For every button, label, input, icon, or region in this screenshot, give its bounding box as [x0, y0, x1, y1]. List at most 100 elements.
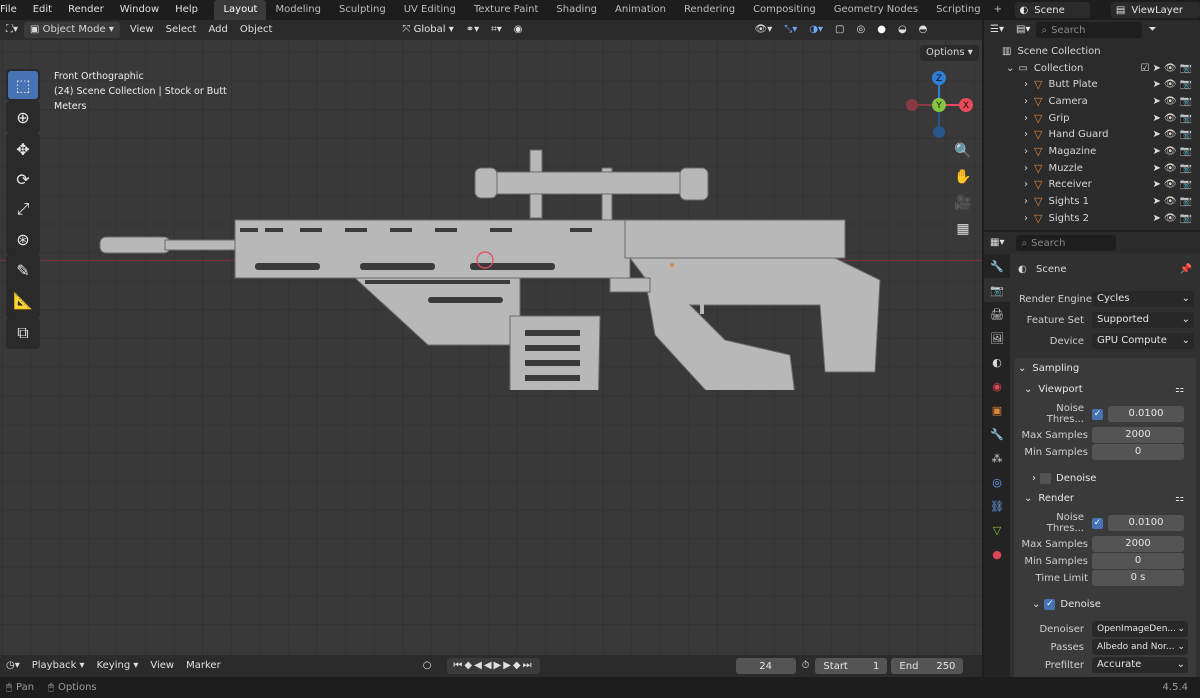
noise-threshold-field[interactable]: 0.0100: [1108, 406, 1184, 422]
max-samples-field[interactable]: 2000: [1092, 427, 1184, 443]
timeline-editor-icon[interactable]: ◷▾: [0, 658, 26, 674]
pan-hand-icon[interactable]: ✋: [950, 164, 976, 190]
end-frame-field[interactable]: End 250: [891, 658, 964, 674]
expand-chevron-icon[interactable]: ›: [1024, 113, 1028, 124]
menu-playback[interactable]: Playback ▾: [26, 658, 91, 674]
mode-selector[interactable]: ▣ Object Mode ▾: [24, 22, 120, 38]
eye-icon[interactable]: 👁: [1164, 96, 1177, 107]
tab-rendering[interactable]: Rendering: [675, 0, 744, 20]
expand-chevron-icon[interactable]: ›: [1024, 196, 1028, 207]
xray-icon[interactable]: ▢: [829, 22, 850, 38]
camera-render-icon[interactable]: 📷: [1180, 146, 1192, 157]
expand-chevron-icon[interactable]: ›: [1024, 163, 1028, 174]
data-tab-icon[interactable]: ▽: [984, 518, 1010, 542]
camera-render-icon[interactable]: 📷: [1180, 63, 1192, 74]
camera-render-icon[interactable]: 📷: [1180, 179, 1192, 190]
tab-compositing[interactable]: Compositing: [744, 0, 825, 20]
menu-object[interactable]: Object: [234, 22, 279, 38]
render-subpanel-header[interactable]: ⌄ Render ⚏: [1022, 488, 1192, 508]
time-limit-field[interactable]: 0 s: [1092, 570, 1184, 586]
tab-scripting[interactable]: Scripting: [927, 0, 989, 20]
camera-view-icon[interactable]: 🎥: [950, 190, 976, 216]
select-box-tool[interactable]: ⬚: [8, 71, 38, 99]
camera-render-icon[interactable]: 📷: [1180, 129, 1192, 140]
camera-render-icon[interactable]: 📷: [1180, 196, 1192, 207]
rotate-tool[interactable]: ⟳: [8, 165, 38, 193]
select-arrow-icon[interactable]: ➤: [1152, 63, 1160, 74]
select-arrow-icon[interactable]: ➤: [1152, 196, 1160, 207]
denoiser-dropdown[interactable]: OpenImageDen... ⌄: [1092, 621, 1188, 637]
render-tab-icon[interactable]: 📷: [984, 278, 1010, 302]
proportional-edit-icon[interactable]: ◉: [508, 22, 529, 38]
play-icon[interactable]: ▶: [494, 660, 504, 671]
outliner-item-muzzle[interactable]: › ▽ Muzzle ➤ 👁 📷: [984, 160, 1200, 177]
menu-timeline-view[interactable]: View: [144, 658, 180, 674]
render-denoise-checkbox[interactable]: ✓: [1044, 598, 1056, 610]
rifle-model[interactable]: [90, 140, 890, 390]
play-reverse-icon[interactable]: ◀: [484, 660, 494, 671]
transform-orientation[interactable]: ⤧ Global ▾: [396, 22, 459, 38]
outliner-editor-icon[interactable]: ☰▾: [984, 22, 1010, 38]
material-tab-icon[interactable]: ●: [984, 542, 1010, 566]
outliner-scene-collection[interactable]: ▥ Scene Collection: [984, 43, 1200, 60]
collection-checkbox-icon[interactable]: ☑: [1140, 63, 1149, 74]
menu-file[interactable]: File: [0, 0, 25, 20]
menu-help[interactable]: Help: [167, 0, 206, 20]
tab-layout[interactable]: Layout: [214, 0, 267, 20]
outliner-search[interactable]: ⌕ Search: [1036, 22, 1143, 38]
outliner-item-magazine[interactable]: › ▽ Magazine ➤ 👁 📷: [984, 143, 1200, 160]
tab-animation[interactable]: Animation: [606, 0, 675, 20]
viewport-subpanel-header[interactable]: ⌄ Viewport ⚏: [1022, 379, 1192, 399]
jump-end-icon[interactable]: ⏭: [523, 660, 534, 671]
outliner-item-camera[interactable]: › ▽ Camera ➤ 👁 📷: [984, 93, 1200, 110]
scale-tool[interactable]: ⤢: [8, 195, 38, 223]
menu-marker[interactable]: Marker: [180, 658, 227, 674]
noise-threshold-field[interactable]: 0.0100: [1108, 515, 1184, 531]
visibility-icon[interactable]: 👁▾: [749, 22, 779, 38]
options-button[interactable]: Options ▾: [920, 45, 979, 61]
preview-range-icon[interactable]: ⏱: [796, 658, 816, 674]
shading-material-icon[interactable]: ◒: [892, 22, 913, 38]
current-frame-field[interactable]: 24: [735, 658, 796, 674]
min-samples-field[interactable]: 0: [1092, 553, 1184, 569]
select-arrow-icon[interactable]: ➤: [1152, 79, 1160, 90]
measure-tool[interactable]: 📐: [8, 286, 38, 314]
render-denoise-header[interactable]: ⌄ ✓ Denoise: [1032, 594, 1192, 614]
display-mode-icon[interactable]: ▤▾: [1010, 22, 1036, 38]
scene-tab-icon[interactable]: ◐: [984, 350, 1010, 374]
zoom-icon[interactable]: 🔍: [950, 138, 976, 164]
eye-icon[interactable]: 👁: [1164, 196, 1177, 207]
start-frame-field[interactable]: Start 1: [815, 658, 888, 674]
shading-wireframe-icon[interactable]: ◎: [850, 22, 871, 38]
tab-sculpting[interactable]: Sculpting: [330, 0, 395, 20]
add-workspace-button[interactable]: +: [990, 0, 1006, 20]
expand-chevron-icon[interactable]: ›: [1024, 179, 1028, 190]
outliner-item-hand-guard[interactable]: › ▽ Hand Guard ➤ 👁 📷: [984, 126, 1200, 143]
eye-icon[interactable]: 👁: [1164, 79, 1177, 90]
properties-search[interactable]: ⌕ Search: [1016, 235, 1117, 251]
tab-uv-editing[interactable]: UV Editing: [395, 0, 465, 20]
select-arrow-icon[interactable]: ➤: [1152, 163, 1160, 174]
ortho-grid-icon[interactable]: ▦: [950, 216, 976, 242]
editor-type-icon[interactable]: ⛶▾: [0, 22, 24, 38]
jump-start-icon[interactable]: ⏮: [453, 660, 464, 671]
outliner-item-sights-1[interactable]: › ▽ Sights 1 ➤ 👁 📷: [984, 193, 1200, 210]
passes-dropdown[interactable]: Albedo and Nor... ⌄: [1092, 639, 1188, 655]
camera-render-icon[interactable]: 📷: [1180, 213, 1192, 224]
presets-icon[interactable]: ⚏: [1175, 384, 1184, 395]
select-arrow-icon[interactable]: ➤: [1152, 213, 1160, 224]
eye-icon[interactable]: 👁: [1164, 146, 1177, 157]
tab-texture-paint[interactable]: Texture Paint: [465, 0, 548, 20]
output-tab-icon[interactable]: 🖨: [984, 302, 1010, 326]
outliner-collection[interactable]: ⌄ ▭ Collection ☑ ➤ 👁 📷: [984, 60, 1200, 77]
object-tab-icon[interactable]: ▣: [984, 398, 1010, 422]
constraints-tab-icon[interactable]: ⛓: [984, 494, 1010, 518]
expand-chevron-icon[interactable]: ›: [1024, 96, 1028, 107]
camera-render-icon[interactable]: 📷: [1180, 79, 1192, 90]
particles-tab-icon[interactable]: ⁂: [984, 446, 1010, 470]
tab-shading[interactable]: Shading: [547, 0, 606, 20]
playback-controls[interactable]: ⏮◆◀◀▶▶◆⏭: [447, 658, 540, 674]
eye-icon[interactable]: 👁: [1164, 213, 1177, 224]
viewport-denoise-header[interactable]: › Denoise: [1032, 468, 1192, 488]
viewport-denoise-checkbox[interactable]: [1040, 472, 1051, 484]
